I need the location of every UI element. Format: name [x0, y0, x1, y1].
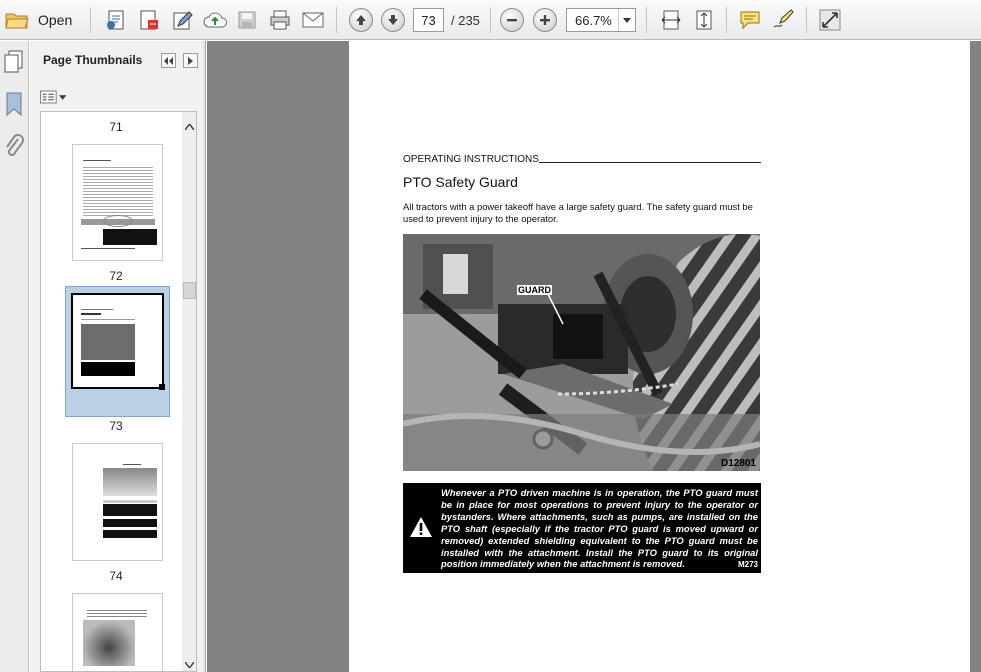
- zoom-out-icon[interactable]: [500, 8, 524, 32]
- chevron-down-icon: [58, 94, 66, 100]
- zoom-select[interactable]: 66.7%: [566, 8, 636, 32]
- toolbar: Open / 235 66.7%: [0, 0, 981, 40]
- document-page: OPERATING INSTRUCTIONS PTO Safety Guard …: [349, 41, 970, 672]
- thumbnail-label: 73: [109, 419, 123, 433]
- page-down-icon[interactable]: [381, 8, 405, 32]
- fit-page-icon[interactable]: [692, 8, 716, 32]
- toolbar-separator: [806, 7, 807, 33]
- photo-id: D12801: [720, 458, 756, 469]
- navigation-rail: [0, 41, 29, 672]
- thumbnails-panel: Page Thumbnails 71 72 73 74: [30, 41, 203, 672]
- thumbnail-label: 74: [109, 569, 123, 583]
- section-header: OPERATING INSTRUCTIONS: [403, 154, 539, 165]
- panel-title: Page Thumbnails: [43, 53, 143, 67]
- folder-open-icon[interactable]: [5, 8, 29, 32]
- toolbar-separator: [646, 7, 647, 33]
- toolbar-separator: [490, 7, 491, 33]
- thumbnail-list[interactable]: 71 72 73 74: [40, 111, 197, 672]
- tractor-pto-photo: GUARD D12801: [403, 234, 760, 471]
- zoom-in-icon[interactable]: [533, 8, 557, 32]
- create-pdf-icon[interactable]: [137, 8, 161, 32]
- toolbar-separator: [336, 7, 337, 33]
- thumbnail-label: 71: [109, 120, 123, 134]
- fit-width-icon[interactable]: [659, 8, 683, 32]
- print-settings-icon[interactable]: [104, 8, 128, 32]
- page-thumbnails-icon[interactable]: [3, 49, 25, 78]
- page-total: / 235: [451, 13, 480, 28]
- panel-splitter[interactable]: [203, 41, 206, 672]
- save-icon[interactable]: [235, 8, 259, 32]
- options-menu-button[interactable]: [40, 88, 66, 106]
- section-rule: [539, 162, 761, 163]
- warning-box: Whenever a PTO driven machine is in oper…: [403, 483, 761, 573]
- print-icon[interactable]: [268, 8, 292, 32]
- thumbnail-label: 72: [109, 269, 123, 283]
- collapse-panel-icon[interactable]: [161, 53, 176, 68]
- thumbnail-page-74[interactable]: [72, 443, 163, 561]
- warning-icon: [409, 516, 433, 543]
- sign-icon[interactable]: [771, 8, 795, 32]
- warning-code: M273: [737, 560, 758, 569]
- bookmarks-icon[interactable]: [5, 91, 23, 122]
- fullscreen-icon[interactable]: [818, 8, 842, 32]
- thumbnail-page-75[interactable]: [72, 593, 163, 671]
- intro-paragraph: All tractors with a power takeoff have a…: [403, 201, 753, 224]
- photo-callout: GUARD: [517, 285, 552, 295]
- thumbnail-page-72[interactable]: [72, 144, 163, 261]
- thumbnail-page-73[interactable]: [65, 286, 170, 417]
- page-number-input[interactable]: [413, 8, 444, 32]
- attachments-icon[interactable]: [4, 133, 24, 166]
- warning-text: Whenever a PTO driven machine is in oper…: [441, 487, 758, 570]
- email-icon[interactable]: [301, 8, 325, 32]
- comment-icon[interactable]: [738, 8, 762, 32]
- thumbnail-scrollbar[interactable]: [182, 112, 196, 671]
- page-title: PTO Safety Guard: [403, 174, 518, 190]
- document-viewer[interactable]: OPERATING INSTRUCTIONS PTO Safety Guard …: [207, 41, 981, 672]
- toolbar-separator: [726, 7, 727, 33]
- page-up-icon[interactable]: [349, 8, 373, 32]
- chevron-down-icon[interactable]: [618, 9, 635, 31]
- chevron-up-icon[interactable]: [184, 117, 195, 135]
- edit-icon[interactable]: [171, 8, 195, 32]
- toolbar-separator: [90, 7, 91, 33]
- open-button[interactable]: Open: [38, 12, 72, 28]
- chevron-down-icon[interactable]: [184, 655, 195, 671]
- chevron-right-icon[interactable]: [183, 53, 198, 68]
- scrollbar-thumb[interactable]: [183, 282, 196, 299]
- zoom-value: 66.7%: [575, 13, 612, 28]
- upload-icon[interactable]: [203, 8, 227, 32]
